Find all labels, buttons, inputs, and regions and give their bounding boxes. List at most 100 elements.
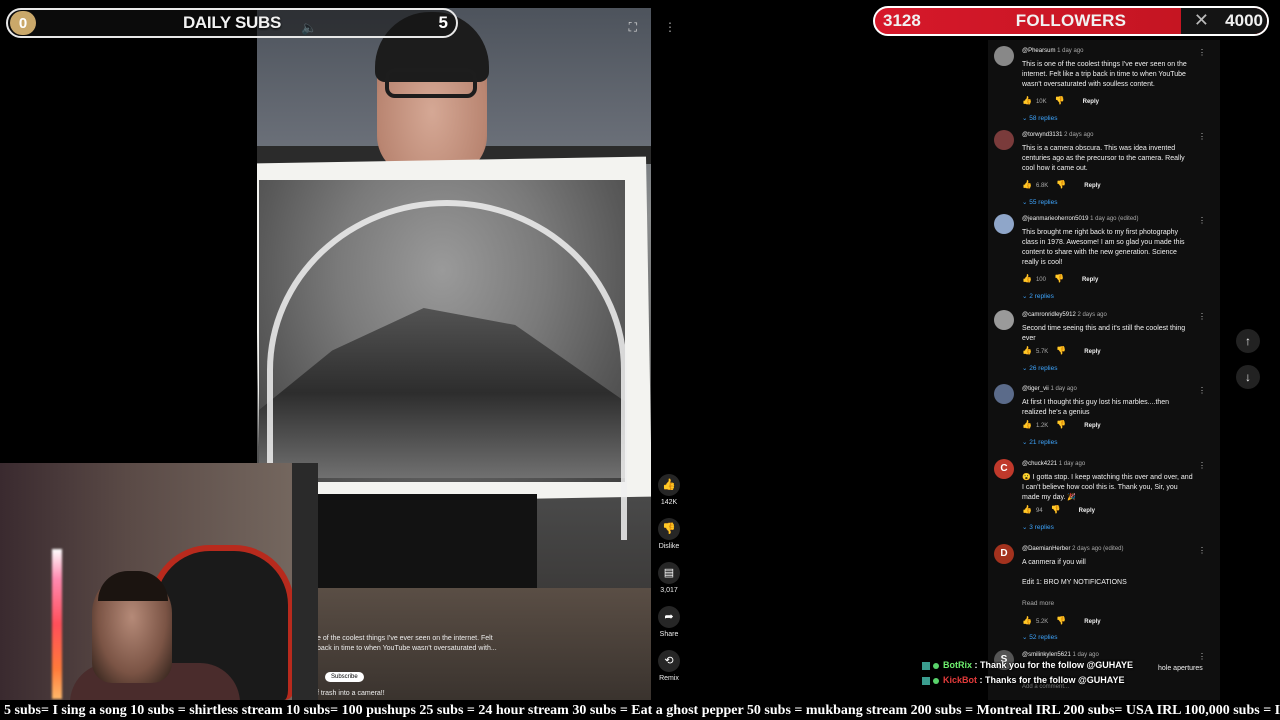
avatar[interactable]: D: [994, 544, 1014, 564]
reply-button[interactable]: Reply: [1084, 619, 1100, 625]
wall-pillar: [292, 463, 318, 700]
comment-menu-icon[interactable]: ⋮: [1198, 48, 1206, 57]
more-options-icon[interactable]: ⋮: [664, 20, 676, 34]
replies-count: 26 replies: [1029, 365, 1058, 372]
comment-text: This is one of the coolest things I've e…: [1022, 61, 1187, 88]
chat-text: : Thank you for the follow @GUHAYE: [974, 660, 1133, 670]
view-replies-button[interactable]: ⌄ 3 replies: [1022, 523, 1054, 531]
comment-author[interactable]: @camronridley5912: [1022, 312, 1076, 318]
dislike-icon[interactable]: 👎: [1056, 616, 1066, 625]
comment-time: 2 days ago: [1064, 132, 1094, 138]
share-button[interactable]: ➦ Share: [652, 606, 686, 638]
comment-actions: 👍 5.7K 👎 Reply: [1022, 346, 1101, 355]
remix-button[interactable]: ⟲ Remix: [652, 650, 686, 682]
comment-menu-icon[interactable]: ⋮: [1198, 132, 1206, 141]
reply-button[interactable]: Reply: [1084, 423, 1100, 429]
thumbs-up-icon: 👍: [658, 474, 680, 496]
like-icon[interactable]: 👍: [1022, 616, 1032, 625]
comments-panel[interactable]: @Phearsum 1 day ago This is one of the c…: [988, 40, 1220, 700]
comment-author[interactable]: @chuck4221: [1022, 461, 1057, 467]
verified-dot-icon: [933, 677, 939, 684]
scroll-down-icon[interactable]: ↓: [1236, 365, 1260, 389]
followers-bar: 3128 FOLLOWERS ✕ 4000: [873, 6, 1269, 36]
fullscreen-icon[interactable]: ⛶: [629, 20, 637, 35]
avatar[interactable]: [994, 384, 1014, 404]
dislike-icon[interactable]: 👎: [1056, 346, 1066, 355]
caption-line: e of the coolest things I've ever seen o…: [317, 635, 493, 642]
reply-button[interactable]: Reply: [1083, 99, 1099, 105]
comment-author[interactable]: @jeanmarieoherron5019: [1022, 216, 1088, 222]
avatar[interactable]: [994, 46, 1014, 66]
reply-button[interactable]: Reply: [1084, 183, 1100, 189]
comment-text: Second time seeing this and it's still t…: [1022, 325, 1186, 342]
comment-author[interactable]: @tiger_vii: [1022, 386, 1049, 392]
like-count: 10K: [1035, 99, 1047, 105]
comment-menu-icon[interactable]: ⋮: [1198, 312, 1206, 321]
like-icon[interactable]: 👍: [1022, 180, 1032, 189]
comment-menu-icon[interactable]: ⋮: [1198, 461, 1206, 470]
dislike-label: Dislike: [658, 543, 680, 550]
reply-button[interactable]: Reply: [1079, 508, 1095, 514]
like-count: 5.2K: [1035, 619, 1049, 625]
comment-menu-icon[interactable]: ⋮: [1198, 216, 1206, 225]
like-count: 100: [1035, 277, 1046, 283]
comment-actions: 👍 94 👎 Reply: [1022, 505, 1095, 514]
followers-current: 3128: [883, 11, 921, 30]
video-caption: e of the coolest things I've ever seen o…: [317, 634, 517, 654]
comment-menu-icon[interactable]: ⋮: [1198, 546, 1206, 555]
bot-badge-icon: [922, 661, 930, 670]
webcam-overlay: [0, 463, 318, 700]
view-replies-button[interactable]: ⌄ 55 replies: [1022, 198, 1057, 206]
view-replies-button[interactable]: ⌄ 58 replies: [1022, 114, 1057, 122]
avatar[interactable]: [994, 214, 1014, 234]
avatar[interactable]: C: [994, 459, 1014, 479]
share-label: Share: [659, 631, 679, 638]
avatar[interactable]: [994, 310, 1014, 330]
comment-time: 2 days ago: [1077, 312, 1107, 318]
subscribe-button[interactable]: Subscribe: [325, 672, 364, 682]
view-replies-button[interactable]: ⌄ 26 replies: [1022, 364, 1057, 372]
like-count: 142K: [660, 499, 678, 506]
comment-author[interactable]: @torwynd3131: [1022, 132, 1062, 138]
like-icon[interactable]: 👍: [1022, 346, 1032, 355]
comment-actions: 👍 10K 👎 Reply: [1022, 96, 1099, 105]
like-icon[interactable]: 👍: [1022, 505, 1032, 514]
like-icon[interactable]: 👍: [1022, 274, 1032, 283]
dislike-icon[interactable]: 👎: [1054, 274, 1064, 283]
like-icon[interactable]: 👍: [1022, 96, 1032, 105]
read-more-link[interactable]: Read more: [1022, 600, 1054, 607]
comment-menu-icon[interactable]: ⋮: [1198, 386, 1206, 395]
view-replies-button[interactable]: ⌄ 21 replies: [1022, 438, 1057, 446]
daily-subs-goal: 5: [438, 13, 448, 32]
comment-actions: 👍 5.2K 👎 Reply: [1022, 616, 1101, 625]
comments-button[interactable]: ▤ 3,017: [652, 562, 686, 594]
bot-badge-icon: [922, 676, 930, 685]
goals-ticker: 5 subs= I sing a song 10 subs = shirtles…: [0, 702, 1280, 720]
like-button[interactable]: 👍 142K: [652, 474, 686, 506]
avatar[interactable]: [994, 130, 1014, 150]
comment-author[interactable]: @Phearsum: [1022, 48, 1055, 54]
view-replies-button[interactable]: ⌄ 52 replies: [1022, 633, 1057, 641]
comment-text: At first I thought this guy lost his mar…: [1022, 399, 1170, 416]
dislike-icon[interactable]: 👎: [1055, 96, 1065, 105]
comment-actions: 👍 6.8K 👎 Reply: [1022, 180, 1101, 189]
comment-author[interactable]: @smilinkylen5621: [1022, 652, 1071, 658]
dislike-button[interactable]: 👎 Dislike: [652, 518, 686, 550]
presenter-glasses: [385, 68, 477, 98]
scroll-up-icon[interactable]: ↑: [1236, 329, 1260, 353]
like-count: 1.2K: [1035, 423, 1049, 429]
remix-label: Remix: [659, 675, 679, 682]
followers-title: FOLLOWERS: [1015, 11, 1127, 30]
dislike-icon[interactable]: 👎: [1051, 505, 1061, 514]
comment-header: @DaemianHerber 2 days ago (edited): [1022, 546, 1124, 552]
reply-button[interactable]: Reply: [1084, 349, 1100, 355]
comment-time: 1 day ago: [1058, 461, 1086, 467]
daily-subs-bar: 0 DAILY SUBS 5: [6, 8, 458, 38]
dislike-icon[interactable]: 👎: [1056, 420, 1066, 429]
reply-button[interactable]: Reply: [1082, 277, 1098, 283]
view-replies-button[interactable]: ⌄ 2 replies: [1022, 292, 1054, 300]
close-icon[interactable]: ✕: [1194, 10, 1209, 31]
like-icon[interactable]: 👍: [1022, 420, 1032, 429]
dislike-icon[interactable]: 👎: [1056, 180, 1066, 189]
comment-author[interactable]: @DaemianHerber: [1022, 546, 1070, 552]
